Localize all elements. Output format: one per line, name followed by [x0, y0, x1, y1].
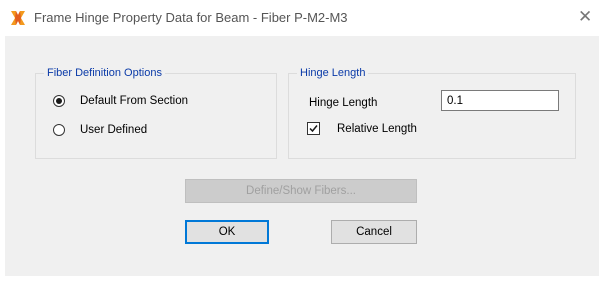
radio-selected-dot: [56, 98, 62, 104]
relative-length-checkbox[interactable]: [307, 122, 320, 135]
define-show-fibers-button[interactable]: Define/Show Fibers...: [185, 179, 417, 203]
title-bar: Frame Hinge Property Data for Beam - Fib…: [0, 0, 604, 36]
radio-label[interactable]: Default From Section: [80, 94, 188, 108]
dialog-body: Fiber Definition Options Default From Se…: [5, 36, 599, 276]
radio-label[interactable]: User Defined: [80, 123, 147, 137]
group-title: Fiber Definition Options: [44, 66, 165, 80]
relative-length-label[interactable]: Relative Length: [337, 122, 417, 136]
radio-button[interactable]: [53, 95, 65, 107]
checkmark-icon: [309, 125, 318, 133]
hinge-length-label: Hinge Length: [309, 97, 378, 109]
hinge-length-group: Hinge Length Hinge Length Relative Lengt…: [288, 66, 576, 159]
close-icon[interactable]: ✕: [578, 7, 592, 27]
group-title: Hinge Length: [297, 66, 369, 80]
radio-button[interactable]: [53, 124, 65, 136]
ok-button[interactable]: OK: [185, 220, 269, 244]
cancel-button[interactable]: Cancel: [331, 220, 417, 244]
hinge-length-input[interactable]: [441, 90, 559, 111]
window-title: Frame Hinge Property Data for Beam - Fib…: [34, 10, 348, 25]
app-x-icon: [11, 11, 25, 25]
fiber-definition-options-group: Fiber Definition Options Default From Se…: [35, 66, 277, 159]
